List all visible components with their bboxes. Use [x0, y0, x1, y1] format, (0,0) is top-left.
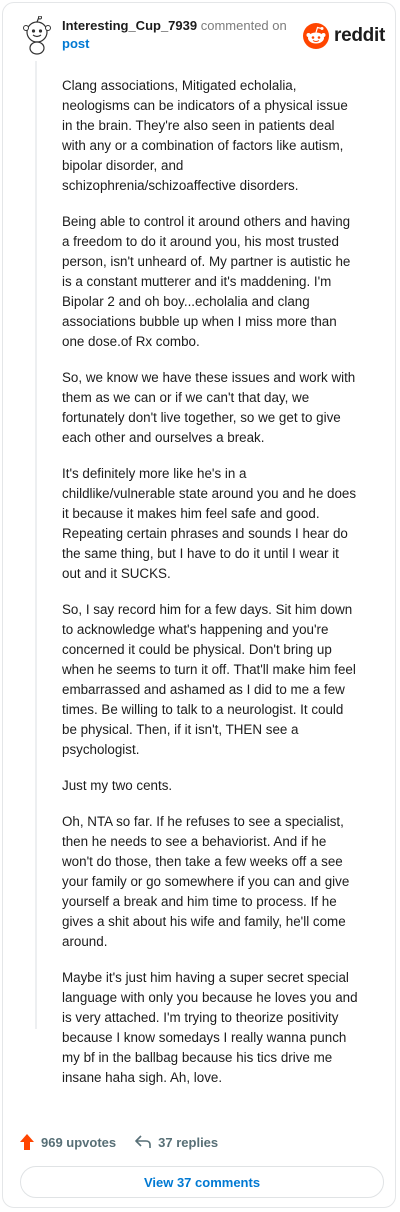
view-comments-button[interactable]: View 37 comments: [20, 1166, 384, 1198]
comment-paragraph: Just my two cents.: [62, 778, 173, 793]
upvote-count: 969 upvotes: [41, 1134, 117, 1150]
replies-button[interactable]: 37 replies: [134, 1134, 218, 1150]
comment-meta: Interesting_Cup_7939 commented on post: [62, 17, 292, 53]
comment-paragraph: Maybe it's just him having a super secre…: [62, 970, 358, 1085]
reddit-logo[interactable]: reddit: [302, 21, 385, 51]
comment-body: Clang associations, Mitigated echolalia,…: [62, 76, 374, 1104]
snoo-avatar-icon[interactable]: [20, 15, 54, 56]
upvote-arrow-icon: [20, 1134, 34, 1150]
upvote-button[interactable]: 969 upvotes: [19, 1133, 116, 1151]
comment-header: Interesting_Cup_7939 commented on post r…: [3, 3, 397, 63]
comment-paragraph: So, we know we have these issues and wor…: [62, 370, 356, 445]
comment-paragraph: So, I say record him for a few days. Sit…: [62, 602, 356, 757]
action-text: commented on: [200, 18, 287, 33]
comment-paragraph: It's definitely more like he's in a chil…: [62, 466, 357, 581]
comment-actions: 969 upvotes 37 replies: [19, 1132, 236, 1152]
reply-arrow-icon: [135, 1135, 151, 1148]
comment-paragraph: Oh, NTA so far. If he refuses to see a s…: [62, 814, 350, 949]
reply-count: 37 replies: [158, 1134, 219, 1150]
comment-paragraph: Being able to control it around others a…: [62, 214, 351, 349]
thread-line[interactable]: [35, 61, 37, 1029]
brand-name: reddit: [334, 25, 385, 46]
post-link[interactable]: post: [62, 35, 292, 53]
comment-card: Interesting_Cup_7939 commented on post r…: [2, 2, 396, 1208]
comment-paragraph: Clang associations, Mitigated echolalia,…: [62, 78, 348, 193]
reddit-logo-icon: [303, 23, 330, 49]
username[interactable]: Interesting_Cup_7939: [62, 18, 197, 33]
